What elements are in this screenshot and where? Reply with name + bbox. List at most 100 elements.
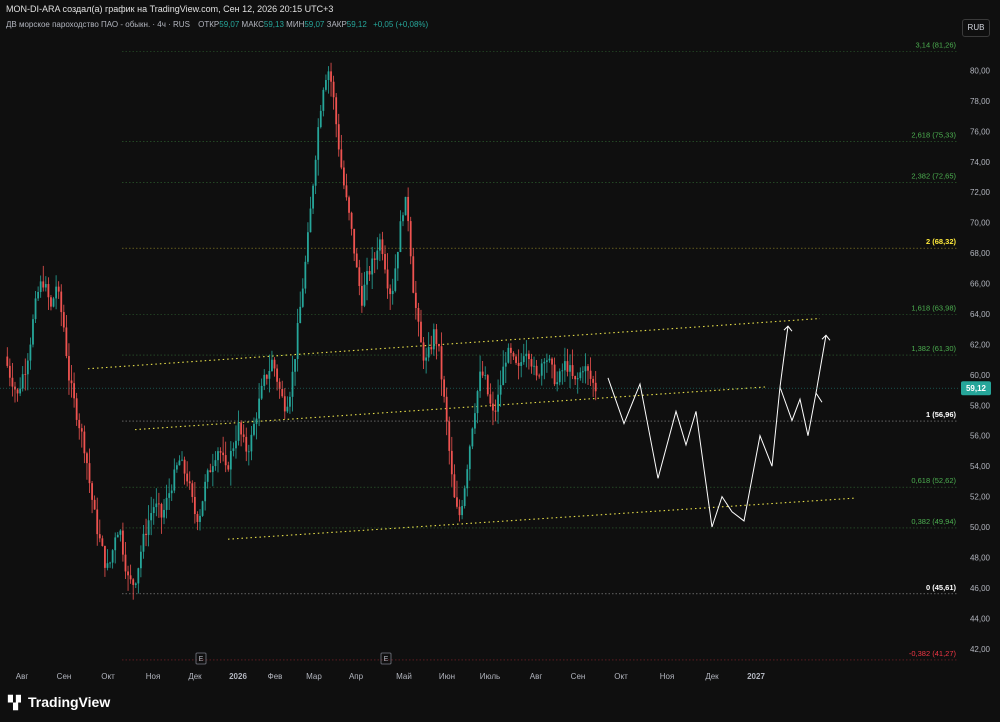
candle-body [445,396,448,422]
candle-body [55,286,58,299]
candle-body [168,493,171,498]
candle-body [65,327,68,357]
fib-level-label: 1 (56,96) [926,410,957,419]
candle-body [468,446,471,470]
fib-level-label: 2 (68,32) [926,237,957,246]
candle-body [37,291,40,299]
x-tick-label: Дек [705,672,719,681]
candle-body [420,321,422,343]
candle-body [409,221,412,257]
x-tick-label: Июль [480,672,500,681]
candle-body [140,551,142,569]
candle-body [440,346,443,380]
candle-body [594,382,597,392]
candle-body [214,460,217,467]
candle-body [522,356,525,363]
candle-body [145,533,147,536]
candle-body [535,365,538,376]
candle-body [255,418,258,424]
candle-body [237,422,240,441]
x-tick-label: Мар [306,672,322,681]
candle-body [42,281,45,288]
candle-body [111,550,114,563]
candle-body [476,391,479,414]
candle-body [492,403,494,411]
fib-level-label: 2,382 (72,65) [911,171,956,180]
last-price-label: 59,12 [966,384,987,393]
candle-body [181,459,183,461]
candle-body [348,197,350,213]
x-tick-label: Апр [349,672,364,681]
candle-body [114,537,117,551]
x-tick-label: 2026 [229,672,247,681]
y-tick-label: 44,00 [970,614,991,623]
candle-body [368,271,371,275]
x-tick-label: Авг [16,672,29,681]
candle-body [163,509,165,518]
candle-body [579,372,582,379]
candle-body [553,364,556,385]
y-tick-label: 56,00 [970,432,991,441]
candle-body [342,167,345,186]
candle-body [188,481,191,484]
candle-body [563,361,566,371]
candle-body [150,513,153,521]
candle-body [504,362,507,367]
fib-level-label: 3,14 (81,26) [916,40,957,49]
candle-body [394,268,397,291]
x-tick-label: Фев [268,672,283,681]
tradingview-logo[interactable]: ▚▘ TradingView [8,694,110,711]
candle-body [399,221,402,252]
price-chart[interactable]: 42,00 44,00 46,00 48,00 50,00 52,00 54,00 56,00… [0,0,1000,722]
candle-body [106,563,109,568]
candle-body [453,474,456,498]
candle-body [538,375,541,377]
candle-body [47,284,50,298]
candle-body [245,436,248,452]
y-tick-label: 48,00 [970,553,991,562]
candle-body [340,149,343,168]
candle-body [204,481,207,502]
candle-body [101,538,104,546]
candle-body [427,347,430,358]
candle-body [525,353,528,357]
candle-body [83,431,86,454]
candle-body [271,359,273,372]
candle-body [137,568,140,584]
candle-body [543,361,546,364]
candle-body [378,239,381,251]
candle-body [438,343,440,347]
x-tick-label: Дек [188,672,202,681]
candle-body [319,110,322,128]
candle-body [240,422,243,435]
candle-body [325,80,327,90]
candle-body [494,410,497,412]
candle-body [407,196,410,222]
candle-body [350,212,353,229]
candle-body [358,267,361,286]
candle-body [294,359,296,372]
candle-body [16,389,19,394]
y-tick-label: 58,00 [970,401,991,410]
candle-body [160,503,163,518]
y-tick-label: 74,00 [970,158,991,167]
candle-body [510,347,512,353]
y-tick-label: 78,00 [970,97,991,106]
earnings-marker-label: E [199,656,204,663]
candle-body [571,365,574,377]
candle-body [86,453,88,464]
candle-body [307,232,309,262]
candle-body [281,389,284,397]
candle-body [592,378,595,383]
fib-level-label: 0,382 (49,94) [911,517,956,526]
candle-body [574,376,577,380]
fib-level-label: -0,382 (41,27) [909,649,957,658]
candle-body [183,459,186,474]
candle-body [435,329,438,344]
candle-body [227,465,230,470]
candle-body [119,530,122,535]
candle-body [355,253,358,268]
tradingview-logo-text: TradingView [28,694,111,710]
x-tick-label: Ноя [660,672,675,681]
y-tick-label: 80,00 [970,66,991,75]
